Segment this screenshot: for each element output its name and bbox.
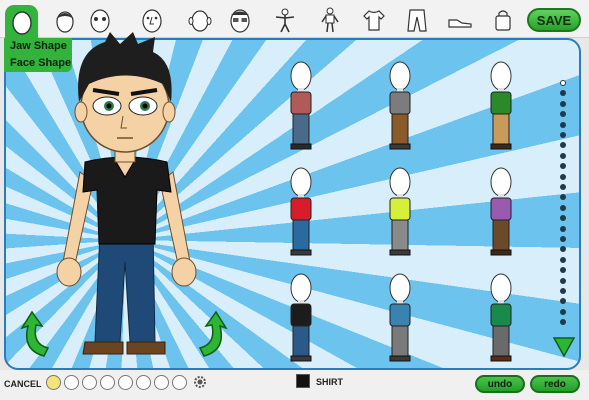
scroll-dot[interactable]: [560, 256, 566, 263]
body-icon: [275, 8, 295, 33]
scroll-dot[interactable]: [560, 142, 566, 149]
eyes-icon: [90, 9, 110, 33]
scroll-dot[interactable]: [560, 152, 566, 159]
scroll-dot[interactable]: [560, 80, 566, 86]
pants-icon: [407, 9, 427, 32]
outfit-item[interactable]: [380, 164, 420, 264]
scroll-dot[interactable]: [560, 111, 566, 118]
scroll-dot[interactable]: [560, 298, 566, 305]
scroll-dot[interactable]: [560, 173, 566, 180]
nose-icon: [142, 9, 162, 33]
bottom-bar: CANCEL SHIRT undo redo: [0, 370, 589, 400]
ears-icon: [188, 10, 212, 32]
face-shape-tab[interactable]: [5, 5, 38, 38]
glasses-tab[interactable]: [223, 3, 257, 37]
save-button[interactable]: SAVE: [527, 8, 581, 32]
scroll-dot[interactable]: [560, 121, 566, 128]
outfit-item[interactable]: [481, 58, 521, 158]
emotion-icon[interactable]: [136, 375, 151, 390]
emotion-icon[interactable]: [82, 375, 97, 390]
body-tab[interactable]: [268, 3, 302, 37]
outfit-item[interactable]: [380, 270, 420, 370]
scroll-dot[interactable]: [560, 246, 566, 253]
outfit-item[interactable]: [380, 58, 420, 158]
glasses-icon: [230, 9, 250, 33]
face-shape-icon: [11, 10, 32, 35]
scroll-dot[interactable]: [560, 90, 566, 97]
gear-icon[interactable]: [192, 374, 208, 390]
rotate-right-icon[interactable]: [196, 310, 230, 358]
bag-tab[interactable]: [486, 3, 520, 37]
scroll-dot[interactable]: [560, 225, 566, 232]
emotion-icon[interactable]: [154, 375, 169, 390]
hair-icon: [56, 11, 74, 33]
outfit-item[interactable]: [281, 58, 321, 158]
scroll-down-icon[interactable]: [552, 334, 576, 358]
outfit-item[interactable]: [481, 164, 521, 264]
shirt-color-swatch[interactable]: [296, 374, 310, 388]
pose-icon: [321, 7, 339, 33]
scroll-dot[interactable]: [560, 204, 566, 211]
outfit-item[interactable]: [281, 164, 321, 264]
cancel-button[interactable]: CANCEL: [4, 379, 42, 389]
emotion-icon[interactable]: [100, 375, 115, 390]
shirt-icon: [363, 10, 385, 31]
pose-tab[interactable]: [313, 3, 347, 37]
scroll-dot[interactable]: [560, 163, 566, 170]
scroll-dot[interactable]: [560, 308, 566, 315]
shirt-tab[interactable]: [357, 3, 391, 37]
scroll-dot[interactable]: [560, 277, 566, 284]
shoes-tab[interactable]: [443, 3, 477, 37]
shirt-label: SHIRT: [316, 377, 343, 387]
bag-icon: [495, 10, 511, 31]
pants-tab[interactable]: [400, 3, 434, 37]
scroll-dot[interactable]: [560, 288, 566, 294]
page-scroll-dots[interactable]: [556, 80, 570, 330]
scroll-dot[interactable]: [560, 236, 566, 242]
emotion-icon[interactable]: [172, 375, 187, 390]
emotion-icon[interactable]: [64, 375, 79, 390]
rotate-left-icon[interactable]: [18, 310, 52, 358]
outfit-item[interactable]: [481, 270, 521, 370]
scroll-dot[interactable]: [560, 184, 566, 190]
emotion-icon[interactable]: [118, 375, 133, 390]
avatar-preview: [56, 32, 197, 355]
outfit-item[interactable]: [281, 270, 321, 370]
shoe-icon: [448, 19, 472, 28]
scroll-dot[interactable]: [560, 194, 566, 201]
scroll-dot[interactable]: [560, 215, 566, 222]
scroll-dot[interactable]: [560, 267, 566, 274]
emotion-icon[interactable]: [46, 375, 61, 390]
scroll-dot[interactable]: [560, 100, 566, 107]
scroll-dot[interactable]: [560, 319, 566, 326]
undo-button[interactable]: undo: [475, 375, 525, 393]
redo-button[interactable]: redo: [530, 375, 580, 393]
scroll-dot[interactable]: [560, 132, 566, 138]
